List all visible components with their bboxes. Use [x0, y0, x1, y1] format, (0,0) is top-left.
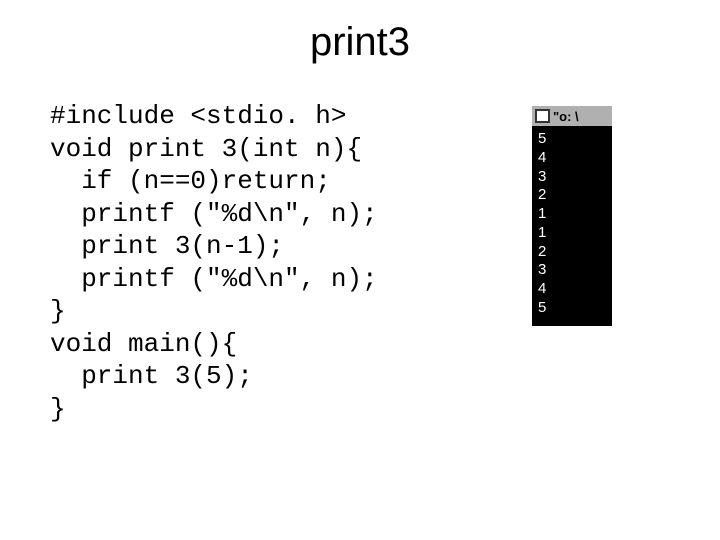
page-title: print3: [0, 20, 720, 65]
code-line: }: [50, 394, 66, 424]
code-block: #include <stdio. h> void print 3(int n){…: [50, 100, 378, 425]
output-window: "o: \ 5 4 3 2 1 1 2 3 4 5: [532, 106, 612, 326]
output-line: 2: [538, 243, 606, 262]
output-line: 5: [538, 130, 606, 149]
code-line: }: [50, 296, 66, 326]
code-line: printf ("%d\n", n);: [50, 264, 378, 294]
code-line: print 3(n-1);: [50, 231, 284, 261]
code-line: void main(){: [50, 329, 237, 359]
output-title-text: "o: \: [553, 109, 579, 124]
code-line: void print 3(int n){: [50, 134, 362, 164]
code-line: print 3(5);: [50, 361, 253, 391]
code-line: #include <stdio. h>: [50, 101, 346, 131]
slide: print3 #include <stdio. h> void print 3(…: [0, 0, 720, 540]
output-line: 2: [538, 186, 606, 205]
code-line: printf ("%d\n", n);: [50, 199, 378, 229]
output-line: 5: [538, 299, 606, 318]
output-body: 5 4 3 2 1 1 2 3 4 5: [532, 126, 612, 326]
output-line: 1: [538, 205, 606, 224]
output-line: 3: [538, 261, 606, 280]
output-line: 4: [538, 280, 606, 299]
output-line: 1: [538, 224, 606, 243]
output-line: 4: [538, 149, 606, 168]
output-titlebar: "o: \: [532, 106, 612, 126]
console-icon: [535, 109, 550, 123]
output-line: 3: [538, 168, 606, 187]
code-line: if (n==0)return;: [50, 166, 331, 196]
